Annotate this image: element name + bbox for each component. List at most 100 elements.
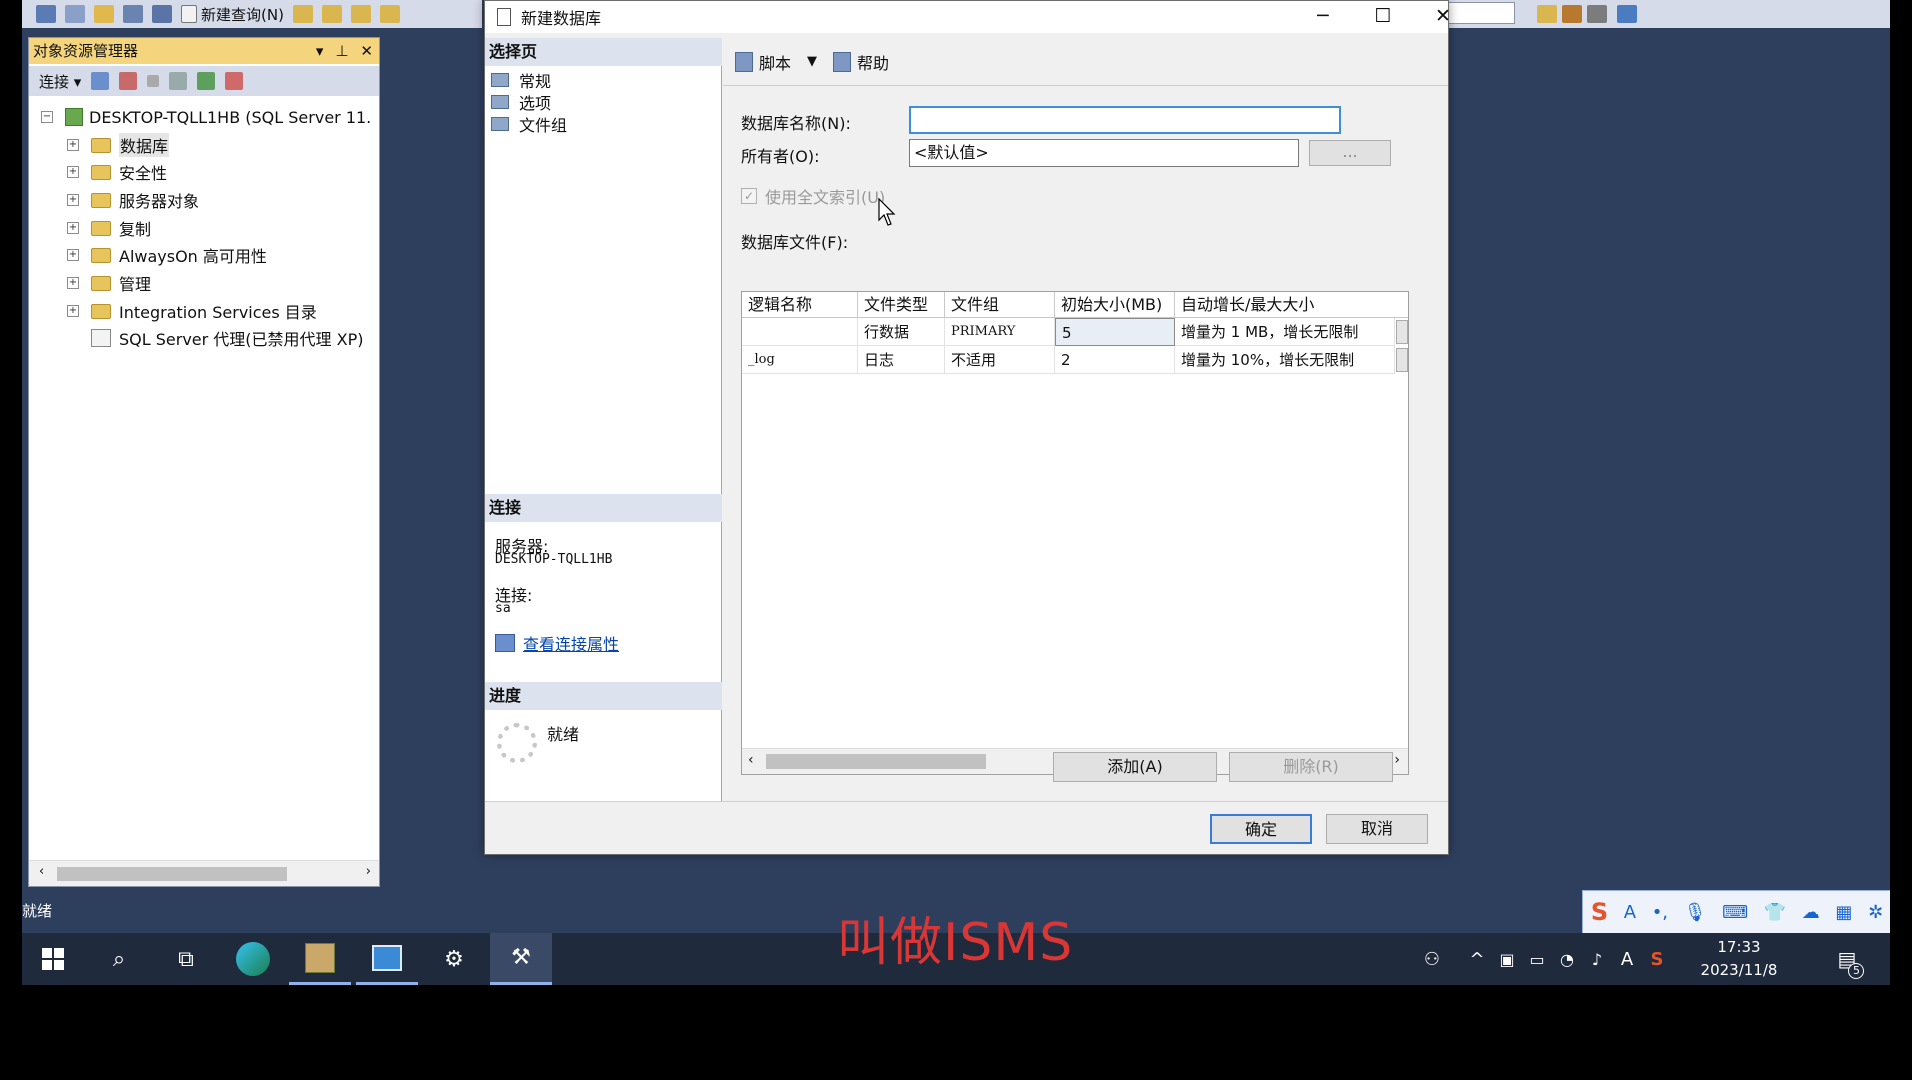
owner-input[interactable]: <默认值> <box>909 139 1299 167</box>
query-mdx-icon[interactable] <box>321 5 342 23</box>
package-app-icon[interactable] <box>289 933 351 985</box>
volume-icon[interactable]: ♪ <box>1582 933 1612 985</box>
cell-filegroup[interactable]: PRIMARY <box>945 318 1055 346</box>
connect-button[interactable]: 连接 ▾ <box>39 71 81 92</box>
filter-icon[interactable] <box>169 72 188 90</box>
ime-cloud-icon[interactable]: ☁ <box>1802 902 1820 923</box>
cell-initial-size[interactable]: 2 <box>1055 346 1175 374</box>
window-layout-icon[interactable] <box>1617 5 1637 23</box>
connect-icon[interactable] <box>91 72 110 90</box>
help-button[interactable]: 帮助 <box>833 50 889 74</box>
view-connection-properties-link[interactable]: 查看连接属性 <box>495 631 619 655</box>
expand-icon[interactable]: + <box>67 166 79 178</box>
autogrowth-edit-button[interactable] <box>1396 348 1408 372</box>
tray-expand-icon[interactable]: ^ <box>1462 933 1492 985</box>
ok-button[interactable]: 确定 <box>1210 814 1312 844</box>
scroll-right-icon[interactable]: › <box>1394 752 1400 768</box>
scroll-thumb[interactable] <box>766 754 986 769</box>
page-options[interactable]: 选项 <box>491 91 551 113</box>
pin-icon[interactable]: ⊥ <box>335 42 348 60</box>
ime-settings-icon[interactable]: ✲ <box>1868 902 1883 923</box>
ime-skin-icon[interactable]: 👕 <box>1764 902 1786 923</box>
expand-icon[interactable]: + <box>67 139 79 151</box>
col-header-initial-size[interactable]: 初始大小(MB) <box>1055 292 1175 318</box>
page-general[interactable]: 常规 <box>491 69 551 91</box>
add-file-button[interactable]: 添加(A) <box>1053 752 1217 782</box>
expand-icon[interactable]: + <box>67 277 79 289</box>
object-explorer-hscroll[interactable]: ‹ › <box>29 860 379 886</box>
col-header-file-type[interactable]: 文件类型 <box>858 292 945 318</box>
start-button[interactable] <box>22 933 84 985</box>
collapse-icon[interactable]: − <box>41 111 53 123</box>
col-header-autogrowth[interactable]: 自动增长/最大大小 <box>1175 292 1408 318</box>
scroll-left-icon[interactable]: ‹ <box>748 752 754 768</box>
cell-logical-name[interactable] <box>742 318 858 346</box>
expand-icon[interactable]: + <box>67 222 79 234</box>
battery-icon[interactable]: ▭ <box>1522 933 1552 985</box>
tree-item-security[interactable]: + 安全性 <box>67 159 167 185</box>
edge-browser-icon[interactable] <box>222 933 284 985</box>
page-filegroups[interactable]: 文件组 <box>491 113 567 135</box>
dropdown-icon[interactable]: ▾ <box>316 42 324 60</box>
new-project-icon[interactable] <box>36 5 56 23</box>
close-icon[interactable]: ✕ <box>360 42 373 60</box>
cancel-button[interactable]: 取消 <box>1326 814 1428 844</box>
tree-item-alwayson[interactable]: + AlwaysOn 高可用性 <box>67 242 267 268</box>
query-xmla-icon[interactable] <box>379 5 400 23</box>
tree-item-databases[interactable]: + 数据库 <box>67 132 170 158</box>
sogou-logo-icon[interactable]: S <box>1591 898 1608 926</box>
search-icon[interactable]: ⌕ <box>88 933 150 985</box>
activity-monitor-icon[interactable] <box>225 72 244 90</box>
tree-root-server[interactable]: − DESKTOP-TQLL1HB (SQL Server 11. <box>41 104 371 130</box>
maximize-button[interactable]: ☐ <box>1355 1 1411 33</box>
stop-icon[interactable] <box>147 75 160 87</box>
ime-mode-icon[interactable]: A <box>1612 933 1642 985</box>
settings-gear-icon[interactable]: ⚙ <box>423 933 485 985</box>
notification-center-icon[interactable]: ▤ 5 <box>1822 933 1872 985</box>
disconnect-icon[interactable] <box>119 72 138 90</box>
scroll-left-icon[interactable]: ‹ <box>39 864 44 879</box>
minimize-button[interactable]: ─ <box>1295 1 1351 33</box>
tree-item-server-objects[interactable]: + 服务器对象 <box>67 187 199 213</box>
script-button[interactable]: 脚本 <box>735 50 791 74</box>
ime-voice-icon[interactable]: 🎙 <box>1684 902 1707 923</box>
ime-apps-icon[interactable]: ▦ <box>1835 902 1852 923</box>
autogrowth-edit-button[interactable] <box>1396 320 1408 344</box>
expand-icon[interactable]: + <box>67 305 79 317</box>
col-header-filegroup[interactable]: 文件组 <box>945 292 1055 318</box>
new-query-button[interactable]: 新建查询(N) <box>181 4 284 25</box>
expand-icon[interactable]: + <box>67 194 79 206</box>
tools-icon[interactable] <box>1587 5 1607 23</box>
remove-file-button[interactable]: 删除(R) <box>1229 752 1393 782</box>
clock[interactable]: 17:33 2023/11/8 <box>1694 936 1784 982</box>
security-icon[interactable]: ▣ <box>1492 933 1522 985</box>
refresh-icon[interactable] <box>197 72 216 90</box>
tree-item-management[interactable]: + 管理 <box>67 270 151 296</box>
cell-initial-size[interactable]: 5 <box>1055 318 1175 346</box>
col-header-logical-name[interactable]: 逻辑名称 <box>742 292 858 318</box>
ime-punctuation-icon[interactable]: •, <box>1652 902 1668 923</box>
people-icon[interactable]: ⚇ <box>1412 933 1452 985</box>
scroll-right-icon[interactable]: › <box>366 864 371 879</box>
save-icon[interactable] <box>123 5 143 23</box>
network-icon[interactable]: ◔ <box>1552 933 1582 985</box>
expand-icon[interactable]: + <box>67 249 79 261</box>
ime-language-icon[interactable]: A <box>1624 902 1636 923</box>
scroll-thumb[interactable] <box>57 867 287 881</box>
server-manager-icon[interactable] <box>356 933 418 985</box>
task-view-icon[interactable]: ⧉ <box>155 933 217 985</box>
tree-item-replication[interactable]: + 复制 <box>67 215 151 241</box>
registered-servers-icon[interactable] <box>1537 5 1557 23</box>
tree-item-integration-services[interactable]: + Integration Services 目录 <box>67 298 317 324</box>
owner-browse-button[interactable]: ... <box>1309 140 1391 166</box>
close-button[interactable]: ✕ <box>1415 1 1471 33</box>
db-name-input[interactable] <box>909 106 1341 134</box>
ime-keyboard-icon[interactable]: ⌨ <box>1722 902 1748 923</box>
ssms-app-icon[interactable]: ⚒ <box>490 933 552 985</box>
add-item-icon[interactable] <box>65 5 85 23</box>
fulltext-checkbox-row[interactable]: ✓ 使用全文索引(U) <box>741 184 885 208</box>
cell-logical-name[interactable]: _log <box>742 346 858 374</box>
query-dmx-icon[interactable] <box>350 5 371 23</box>
tree-item-sql-agent[interactable]: SQL Server 代理(已禁用代理 XP) <box>91 325 364 351</box>
query-db-icon[interactable] <box>292 5 313 23</box>
